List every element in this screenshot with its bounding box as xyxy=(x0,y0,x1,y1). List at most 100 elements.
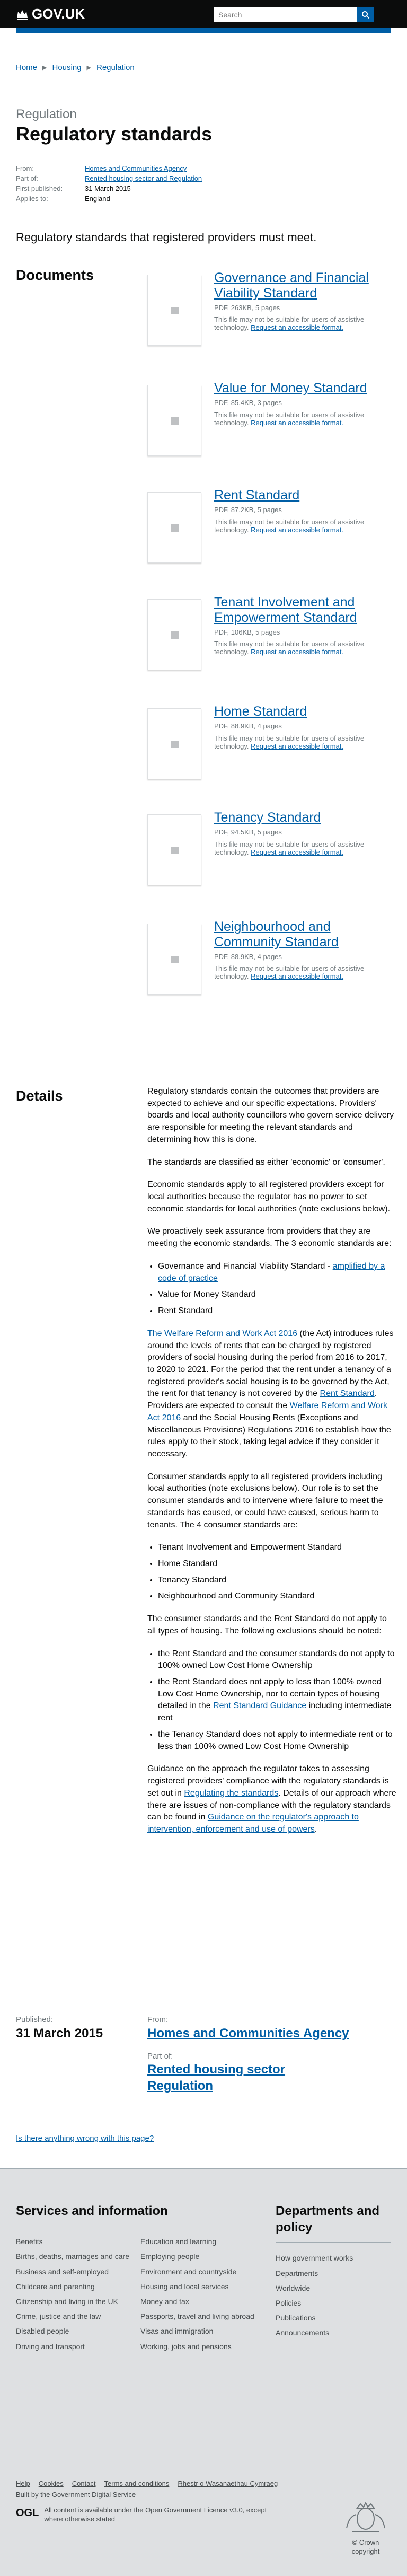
meta-from-link[interactable]: Homes and Communities Agency xyxy=(85,164,187,172)
footer-link[interactable]: Births, deaths, marriages and care xyxy=(16,2252,129,2261)
footer-link[interactable]: Policies xyxy=(276,2299,301,2307)
footer-link[interactable]: Disabled people xyxy=(16,2327,69,2335)
footer-link[interactable]: Crime, justice and the law xyxy=(16,2312,101,2320)
document-thumbnail[interactable] xyxy=(147,924,201,995)
document-attachment: Neighbourhood and Community Standard PDF… xyxy=(147,919,391,995)
partof-link-regulation[interactable]: Regulation xyxy=(147,2079,213,2093)
cookies-link[interactable]: Cookies xyxy=(39,2480,64,2489)
footer-link[interactable]: Passports, travel and living abroad xyxy=(140,2312,254,2320)
crown-copyright-link[interactable]: © Crown copyright xyxy=(341,2501,390,2555)
document-title-link[interactable]: Tenancy Standard xyxy=(214,810,321,825)
footer-link[interactable]: Housing and local services xyxy=(140,2282,229,2291)
terms-link[interactable]: Terms and conditions xyxy=(104,2480,170,2489)
document-title-link[interactable]: Tenant Involvement and Empowerment Stand… xyxy=(214,595,357,625)
help-link[interactable]: Help xyxy=(16,2480,30,2489)
footer-link[interactable]: Working, jobs and pensions xyxy=(140,2342,232,2351)
request-accessible-format-link[interactable]: Request an accessible format. xyxy=(251,848,343,856)
request-accessible-format-link[interactable]: Request an accessible format. xyxy=(251,972,343,980)
document-accessibility-note: This file may not be suitable for users … xyxy=(214,410,365,427)
document-title-link[interactable]: Governance and Financial Viability Stand… xyxy=(214,270,369,301)
header-accent-bar xyxy=(16,28,391,33)
details-paragraph: Economic standards apply to all register… xyxy=(147,1180,391,1214)
rent-standard-guidance-link[interactable]: Rent Standard Guidance xyxy=(213,1701,306,1710)
footer-link[interactable]: How government works xyxy=(276,2254,353,2262)
document-title-link[interactable]: Home Standard xyxy=(214,704,307,719)
footer-link[interactable]: Publications xyxy=(276,2314,316,2322)
details-paragraph: The standards are classified as either '… xyxy=(147,1157,385,1167)
footer-link[interactable]: Business and self-employed xyxy=(16,2267,109,2276)
contact-link[interactable]: Contact xyxy=(72,2480,96,2489)
footer-link[interactable]: Visas and immigration xyxy=(140,2327,213,2335)
breadcrumb-separator-icon: ▶ xyxy=(86,64,91,71)
footer-link[interactable]: Worldwide xyxy=(276,2284,310,2292)
footer-link[interactable]: Benefits xyxy=(16,2237,43,2246)
document-thumbnail[interactable] xyxy=(147,599,201,670)
from-organisation-link[interactable]: Homes and Communities Agency xyxy=(147,2026,349,2041)
details-paragraph: The Welfare Reform and Work Act 2016 (th… xyxy=(147,1329,394,1458)
report-problem-link[interactable]: Is there anything wrong with this page? xyxy=(16,2133,154,2144)
document-accessibility-note: This file may not be suitable for users … xyxy=(214,840,365,856)
request-accessible-format-link[interactable]: Request an accessible format. xyxy=(251,742,343,750)
site-header: GOV.UK xyxy=(0,0,407,28)
list-item: Rent Standard xyxy=(158,1305,396,1317)
footer-link[interactable]: Departments xyxy=(276,2269,318,2278)
document-accessibility-note: This file may not be suitable for users … xyxy=(214,315,365,332)
footer-link[interactable]: Education and learning xyxy=(140,2237,216,2246)
documents-heading: Documents xyxy=(16,267,94,283)
footer-link[interactable]: Driving and transport xyxy=(16,2342,85,2351)
list-item: Tenancy Standard xyxy=(158,1575,396,1587)
document-attachment: Tenancy Standard PDF, 94.5KB, 5 pages Th… xyxy=(147,810,391,885)
open-government-licence-link[interactable]: Open Government Licence v3.0 xyxy=(145,2506,243,2514)
request-accessible-format-link[interactable]: Request an accessible format. xyxy=(251,323,343,331)
welfare-reform-act-link[interactable]: The Welfare Reform and Work Act 2016 xyxy=(147,1329,297,1338)
document-title-link[interactable]: Neighbourhood and Community Standard xyxy=(214,919,339,949)
services-column-1: Benefits Births, deaths, marriages and c… xyxy=(16,2237,140,2357)
govuk-logo-link[interactable]: GOV.UK xyxy=(16,5,85,23)
search-button[interactable] xyxy=(357,7,374,22)
document-accessibility-note: This file may not be suitable for users … xyxy=(214,964,365,981)
document-thumbnail[interactable] xyxy=(147,814,201,885)
list-item: Neighbourhood and Community Standard xyxy=(158,1590,396,1603)
departments-heading: Departments and policy xyxy=(276,2204,380,2235)
list-item: the Rent Standard does not apply to less… xyxy=(158,1676,396,1725)
request-accessible-format-link[interactable]: Request an accessible format. xyxy=(251,419,343,427)
document-title-link[interactable]: Value for Money Standard xyxy=(214,381,367,395)
welsh-services-link[interactable]: Rhestr o Wasanaethau Cymraeg xyxy=(178,2480,278,2489)
document-meta: PDF, 87.2KB, 5 pages xyxy=(214,505,282,514)
breadcrumb-housing[interactable]: Housing xyxy=(52,63,81,73)
meta-first-published-value: 31 March 2015 xyxy=(85,184,131,192)
footer-link[interactable]: Employing people xyxy=(140,2252,199,2261)
partof-label: Part of: xyxy=(147,2051,173,2061)
from-label: From: xyxy=(147,2015,169,2024)
footer-link[interactable]: Citizenship and living in the UK xyxy=(16,2297,118,2306)
meta-partof-label: Part of: xyxy=(16,174,38,182)
footer-meta-links: Help Cookies Contact Terms and condition… xyxy=(16,2480,391,2524)
document-thumbnail[interactable] xyxy=(147,275,201,346)
document-attachment: Value for Money Standard PDF, 85.4KB, 3 … xyxy=(147,381,391,456)
breadcrumb-regulation[interactable]: Regulation xyxy=(96,63,135,73)
search-input[interactable] xyxy=(214,7,357,22)
request-accessible-format-link[interactable]: Request an accessible format. xyxy=(251,526,343,534)
details-heading: Details xyxy=(16,1088,63,1104)
page-summary: Regulatory standards that registered pro… xyxy=(16,231,317,244)
details-paragraph: Guidance on the approach the regulator t… xyxy=(147,1764,396,1834)
rent-standard-link[interactable]: Rent Standard xyxy=(320,1389,375,1398)
royal-coat-of-arms-icon xyxy=(346,2501,385,2532)
list-item: the Tenancy Standard does not apply to i… xyxy=(158,1729,396,1753)
page-context: Regulation xyxy=(16,107,77,121)
regulating-standards-link[interactable]: Regulating the standards xyxy=(184,1789,278,1798)
footer-link[interactable]: Environment and countryside xyxy=(140,2267,236,2276)
logo-text: GOV.UK xyxy=(32,6,85,22)
document-thumbnail[interactable] xyxy=(147,708,201,779)
request-accessible-format-link[interactable]: Request an accessible format. xyxy=(251,648,343,656)
document-title-link[interactable]: Rent Standard xyxy=(214,488,299,503)
footer-link[interactable]: Money and tax xyxy=(140,2297,189,2306)
meta-partof-link[interactable]: Rented housing sector and Regulation xyxy=(85,174,202,182)
partof-link-rented-housing[interactable]: Rented housing sector xyxy=(147,2062,285,2077)
breadcrumb-home[interactable]: Home xyxy=(16,63,37,73)
document-thumbnail[interactable] xyxy=(147,492,201,563)
footer-link[interactable]: Childcare and parenting xyxy=(16,2282,95,2291)
document-thumbnail[interactable] xyxy=(147,385,201,456)
search-icon xyxy=(362,11,370,19)
footer-link[interactable]: Announcements xyxy=(276,2328,329,2337)
